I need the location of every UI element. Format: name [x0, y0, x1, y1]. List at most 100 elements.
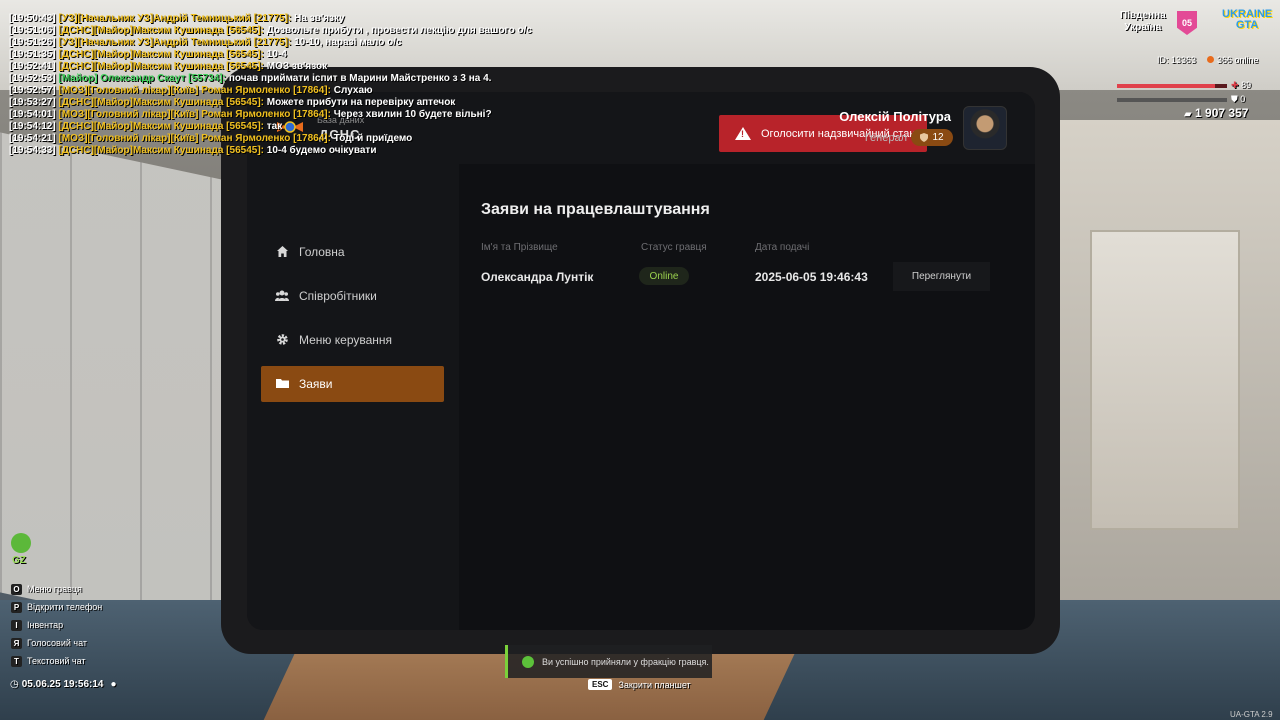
sidebar: База даних ДСНС Головна Співробітники Ме…	[247, 92, 459, 630]
warning-icon	[735, 127, 751, 140]
microphone-icon: ●	[110, 678, 117, 690]
keybind-label: Текстовий чат	[27, 656, 86, 666]
chat-line: [19:54:33] [ДСНС][Майор]Максим Кушинада …	[9, 145, 532, 157]
health-bar	[1117, 84, 1227, 88]
chat-timestamp: [19:52:57]	[9, 85, 56, 96]
clock-icon: ◷	[10, 678, 19, 690]
armor-bar	[1117, 98, 1227, 102]
chat-log: [19:50:43] [УЗ][Начальник УЗ]Андрій Темн…	[9, 13, 532, 157]
sidebar-item-control-menu[interactable]: Меню керування	[261, 322, 444, 358]
chat-message: Слухаю	[333, 85, 373, 96]
keybind-hint: Я Голосовий чат	[11, 634, 102, 652]
server-logo: UKRAINE GTA	[1222, 9, 1272, 31]
chat-line: [19:52:57] [МОЗ][Головний лікар][Київ] Р…	[9, 85, 532, 97]
view-application-button[interactable]: Переглянути	[893, 262, 990, 291]
status-badge: Online	[639, 267, 689, 285]
column-header-status: Статус гравця	[641, 242, 707, 253]
keybind-hint: T Текстовий чат	[11, 652, 102, 670]
chat-line: [19:52:53] [Майор] Олександр Скаут [5573…	[9, 73, 532, 85]
region-line-1: Південна	[1120, 10, 1166, 21]
chat-sender: [ДСНС][Майор]Максим Кушинада [56545]:	[58, 49, 264, 60]
chat-sender: [ДСНС][Майор]Максим Кушинада [56545]:	[58, 121, 264, 132]
keybind-hint: O Меню гравця	[11, 580, 102, 598]
chat-sender: [МОЗ][Головний лікар][Київ] Роман Ярмоле…	[58, 109, 331, 120]
keybind-label: Інвентар	[27, 620, 64, 630]
users-icon	[275, 289, 289, 303]
user-name: Олексій Політура	[839, 109, 951, 124]
keybind-label: Меню гравця	[27, 584, 82, 594]
keybind-label: Відкрити телефон	[27, 602, 103, 612]
chat-line: [19:54:01] [МОЗ][Головний лікар][Київ] Р…	[9, 109, 532, 121]
notification-toast: Ви успішно прийняли у фракцію гравця.	[505, 645, 712, 678]
applicant-name: Олександра Лунтік	[481, 270, 594, 284]
keybind-label: Голосовий чат	[27, 638, 87, 648]
armor-icon: ⛊	[1231, 94, 1238, 104]
region-name: Південна Україна	[1120, 10, 1166, 34]
chat-message: На зв'язку	[294, 13, 345, 24]
chat-timestamp: [19:54:01]	[9, 109, 56, 120]
chat-sender: [МОЗ][Головний лікар][Київ] Роман Ярмоле…	[58, 133, 331, 144]
chat-message: МОЗ зв'язок	[266, 61, 328, 72]
key-cap: Я	[11, 637, 22, 649]
gear-icon	[275, 333, 289, 347]
health-bar-fill	[1117, 84, 1215, 88]
shield-icon	[920, 133, 929, 142]
chat-message: Дозвольте прибути , провести лекцію для …	[266, 25, 532, 36]
armor-number: 0	[1240, 94, 1246, 104]
health-number: 89	[1241, 80, 1252, 90]
application-date: 2025-06-05 19:46:43	[755, 270, 868, 284]
applications-panel: Заяви на працевлаштування Ім'я та Прізви…	[459, 164, 1035, 630]
chat-line: [19:52:41] [ДСНС][Майор]Максим Кушинада …	[9, 61, 532, 73]
chat-timestamp: [19:50:43]	[9, 13, 56, 24]
chat-line: [19:51:26] [УЗ][Начальник УЗ]Андрій Темн…	[9, 37, 532, 49]
sidebar-item-home[interactable]: Головна	[261, 234, 444, 270]
chat-sender: [УЗ][Начальник УЗ]Андрій Темницький [217…	[58, 37, 292, 48]
sidebar-item-employees[interactable]: Співробітники	[261, 278, 444, 314]
chat-sender: [Майор] Олександр Скаут [55734]:	[58, 73, 227, 84]
column-header-date: Дата подачі	[755, 242, 810, 253]
rank-level: 12	[932, 132, 944, 143]
server-logo-line-2: GTA	[1235, 19, 1259, 31]
player-id: ID: 13363	[1157, 55, 1197, 65]
chat-sender: [УЗ][Начальник УЗ]Андрій Темницький [217…	[58, 13, 292, 24]
notification-text: Ви успішно прийняли у фракцію гравця.	[542, 656, 709, 667]
keybind-hint: P Відкрити телефон	[11, 598, 102, 616]
version: UA-GTA 2.9	[1230, 710, 1273, 719]
greenzone-label: GZ	[12, 555, 26, 566]
chat-message: 10-4 будемо очікувати	[266, 145, 377, 156]
chat-line: [19:54:12] [ДСНС][Майор]Максим Кушинада …	[9, 121, 532, 133]
sidebar-item-label: Меню керування	[299, 333, 393, 347]
chat-sender: [ДСНС][Майор]Максим Кушинада [56545]:	[58, 61, 264, 72]
chat-message: Можете прибути на перевірку аптечок	[266, 97, 456, 108]
sidebar-item-label: Головна	[299, 245, 345, 259]
keybind-hints: O Меню гравця P Відкрити телефон I Інвентар Я Г…	[11, 580, 102, 670]
chat-message: так	[266, 121, 283, 132]
key-cap: T	[11, 655, 22, 667]
avatar	[963, 106, 1007, 150]
key-cap: O	[11, 583, 22, 595]
chat-message: Через хвилин 10 будете вільні?	[333, 109, 492, 120]
chat-sender: [ДСНС][Майор]Максим Кушинада [56545]:	[58, 25, 264, 36]
armor-value: ⛊ 0	[1231, 94, 1245, 105]
close-tablet-hint: ESC Закрити планшет	[588, 679, 691, 690]
home-icon	[275, 245, 289, 259]
close-tablet-label: Закрити планшет	[618, 679, 691, 690]
sidebar-item-applications[interactable]: Заяви	[261, 366, 444, 402]
health-value: ✚ 89	[1231, 80, 1251, 91]
cash-icon: ▰	[1184, 109, 1192, 120]
chat-line: [19:54:21] [МОЗ][Головний лікар][Київ] Р…	[9, 133, 532, 145]
chat-message: 10-4	[266, 49, 287, 60]
money: ▰ 1 907 357	[1184, 106, 1248, 120]
rank-badge: 12	[911, 129, 953, 146]
chat-sender: [МОЗ][Головний лікар][Київ] Роман Ярмоле…	[58, 85, 331, 96]
chat-sender: [ДСНС][Майор]Максим Кушинада [56545]:	[58, 145, 264, 156]
greenzone-icon	[11, 533, 31, 553]
keybind-hint: I Інвентар	[11, 616, 102, 634]
chat-line: [19:51:06] [ДСНС][Майор]Максим Кушинада …	[9, 25, 532, 37]
esc-key: ESC	[588, 679, 613, 690]
chat-sender: [ДСНС][Майор]Максим Кушинада [56545]:	[58, 97, 264, 108]
chat-timestamp: [19:54:33]	[9, 145, 56, 156]
key-cap: I	[11, 619, 22, 631]
chat-message: 10-10, наразі мало о/с	[294, 37, 402, 48]
key-cap: P	[11, 601, 22, 613]
